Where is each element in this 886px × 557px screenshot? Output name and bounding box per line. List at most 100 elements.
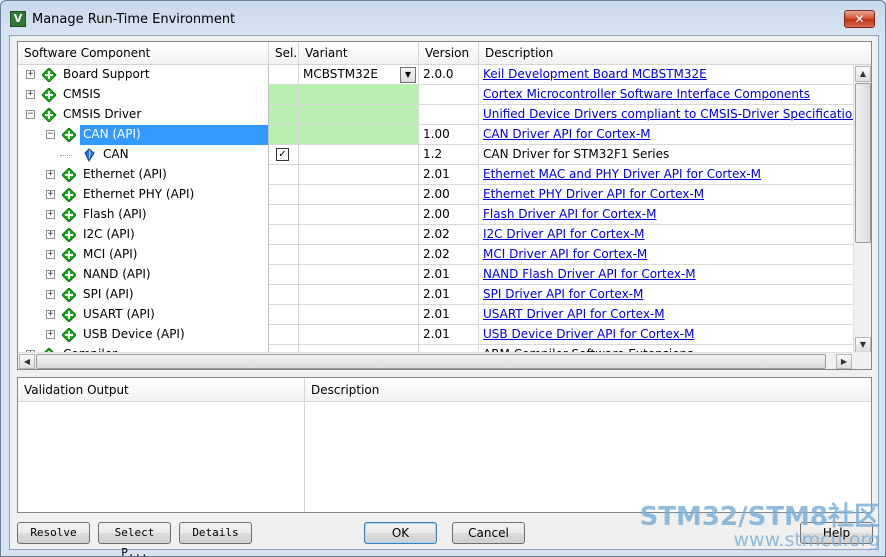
sel-cell[interactable]: ✓ — [269, 145, 299, 165]
expand-icon[interactable]: + — [46, 190, 55, 199]
table-row[interactable]: + CMSIS Cortex Microcontroller Software In… — [18, 85, 853, 105]
expand-icon[interactable]: + — [46, 170, 55, 179]
component-cell[interactable]: + Ethernet (API) — [18, 165, 269, 185]
sel-cell[interactable] — [269, 65, 299, 85]
table-row[interactable]: + Board Support MCBSTM32E ▼ 2.0.0 Keil Develo… — [18, 65, 853, 85]
scroll-left-icon[interactable]: ◀ — [19, 354, 35, 369]
component-cell[interactable]: + CMSIS — [18, 85, 269, 105]
description-link[interactable]: CAN Driver API for Cortex-M — [483, 127, 651, 141]
description-link[interactable]: USART Driver API for Cortex-M — [483, 307, 665, 321]
collapse-icon[interactable]: − — [26, 110, 35, 119]
column-header-component[interactable]: Software Component — [18, 42, 269, 64]
description-link[interactable]: Ethernet MAC and PHY Driver API for Cort… — [483, 167, 761, 181]
expand-icon[interactable]: + — [46, 230, 55, 239]
table-row[interactable]: + USART (API) 2.01 USART Driver API for Cor… — [18, 305, 853, 325]
sel-cell[interactable] — [269, 325, 299, 345]
collapse-icon[interactable]: − — [46, 130, 55, 139]
description-cell[interactable]: Cortex Microcontroller Software Interfac… — [479, 85, 853, 105]
select-checkbox[interactable]: ✓ — [276, 148, 289, 161]
component-cell[interactable]: CAN — [18, 145, 269, 165]
table-row[interactable]: + I2C (API) 2.02 I2C Driver API for Cortex-… — [18, 225, 853, 245]
component-cell[interactable]: + I2C (API) — [18, 225, 269, 245]
description-cell[interactable]: NAND Flash Driver API for Cortex-M — [479, 265, 853, 285]
description-link[interactable]: Flash Driver API for Cortex-M — [483, 207, 656, 221]
sel-cell[interactable] — [269, 125, 299, 145]
description-link[interactable]: NAND Flash Driver API for Cortex-M — [483, 267, 696, 281]
description-cell[interactable]: USART Driver API for Cortex-M — [479, 305, 853, 325]
column-header-sel[interactable]: Sel. — [269, 42, 299, 64]
sel-cell[interactable] — [269, 285, 299, 305]
sel-cell[interactable] — [269, 225, 299, 245]
component-cell[interactable]: + NAND (API) — [18, 265, 269, 285]
sel-cell[interactable] — [269, 205, 299, 225]
description-cell[interactable]: MCI Driver API for Cortex-M — [479, 245, 853, 265]
description-link[interactable]: Cortex Microcontroller Software Interfac… — [483, 87, 810, 101]
variant-cell[interactable]: MCBSTM32E ▼ — [299, 65, 419, 85]
scroll-right-icon[interactable]: ▶ — [836, 354, 852, 369]
expand-icon[interactable]: + — [46, 290, 55, 299]
expand-icon[interactable]: + — [46, 210, 55, 219]
description-link[interactable]: I2C Driver API for Cortex-M — [483, 227, 645, 241]
validation-output-header[interactable]: Validation Output — [18, 378, 304, 402]
scroll-down-icon[interactable]: ▼ — [855, 337, 871, 353]
table-row[interactable]: + SPI (API) 2.01 SPI Driver API for Cortex-… — [18, 285, 853, 305]
table-row[interactable]: + Flash (API) 2.00 Flash Driver API for Cor… — [18, 205, 853, 225]
component-cell[interactable]: + USB Device (API) — [18, 325, 269, 345]
horizontal-scroll-thumb[interactable] — [36, 354, 826, 369]
description-cell[interactable]: Ethernet MAC and PHY Driver API for Cort… — [479, 165, 853, 185]
ok-button[interactable]: OK — [364, 522, 437, 544]
description-cell[interactable]: Unified Device Drivers compliant to CMSI… — [479, 105, 853, 125]
expand-icon[interactable]: + — [46, 250, 55, 259]
table-row[interactable]: + MCI (API) 2.02 MCI Driver API for Cortex-… — [18, 245, 853, 265]
horizontal-scrollbar[interactable]: ◀ ▶ — [18, 352, 853, 369]
expand-icon[interactable]: + — [46, 310, 55, 319]
column-header-description[interactable]: Description — [479, 42, 871, 64]
component-cell[interactable]: + USART (API) — [18, 305, 269, 325]
component-cell[interactable]: + SPI (API) — [18, 285, 269, 305]
table-row[interactable]: − CMSIS Driver Unified Device Drivers comp… — [18, 105, 853, 125]
table-row[interactable]: + USB Device (API) 2.01 USB Device Driver A… — [18, 325, 853, 345]
component-cell[interactable]: + Board Support — [18, 65, 269, 85]
column-header-variant[interactable]: Variant — [299, 42, 419, 64]
description-cell[interactable]: Keil Development Board MCBSTM32E — [479, 65, 853, 85]
scroll-up-icon[interactable]: ▲ — [855, 66, 871, 82]
description-cell[interactable]: Flash Driver API for Cortex-M — [479, 205, 853, 225]
cancel-button[interactable]: Cancel — [452, 522, 525, 544]
component-cell[interactable]: + Ethernet PHY (API) — [18, 185, 269, 205]
table-row[interactable]: + Ethernet (API) 2.01 Ethernet MAC and PHY … — [18, 165, 853, 185]
sel-cell[interactable] — [269, 165, 299, 185]
sel-cell[interactable] — [269, 105, 299, 125]
validation-description-header[interactable]: Description — [305, 378, 865, 402]
description-cell[interactable]: USB Device Driver API for Cortex-M — [479, 325, 853, 345]
column-header-version[interactable]: Version — [419, 42, 479, 64]
sel-cell[interactable] — [269, 85, 299, 105]
select-packs-button[interactable]: Select P... — [98, 522, 171, 556]
sel-cell[interactable] — [269, 265, 299, 285]
sel-cell[interactable] — [269, 185, 299, 205]
component-cell[interactable]: − CAN (API) — [18, 125, 269, 145]
resolve-button[interactable]: Resolve — [17, 522, 90, 544]
description-cell[interactable]: SPI Driver API for Cortex-M — [479, 285, 853, 305]
component-cell[interactable]: + MCI (API) — [18, 245, 269, 265]
component-cell[interactable]: + Flash (API) — [18, 205, 269, 225]
description-link[interactable]: SPI Driver API for Cortex-M — [483, 287, 643, 301]
chevron-down-icon[interactable]: ▼ — [400, 67, 416, 83]
expand-icon[interactable]: + — [26, 70, 35, 79]
vertical-scrollbar[interactable]: ▲ ▼ — [853, 65, 871, 354]
description-link[interactable]: MCI Driver API for Cortex-M — [483, 247, 647, 261]
description-link[interactable]: USB Device Driver API for Cortex-M — [483, 327, 694, 341]
expand-icon[interactable]: + — [26, 90, 35, 99]
description-link[interactable]: Unified Device Drivers compliant to CMSI… — [483, 107, 853, 121]
sel-cell[interactable] — [269, 305, 299, 325]
table-row[interactable]: + NAND (API) 2.01 NAND Flash Driver API for… — [18, 265, 853, 285]
close-button[interactable]: ✕ — [844, 10, 875, 28]
table-row[interactable]: + Ethernet PHY (API) 2.00 Ethernet PHY Driv… — [18, 185, 853, 205]
table-row[interactable]: CAN ✓ 1.2 CAN Driver for STM32F1 Series — [18, 145, 853, 165]
vertical-scroll-thumb[interactable] — [855, 83, 871, 243]
description-link[interactable]: Keil Development Board MCBSTM32E — [483, 67, 707, 81]
title-bar[interactable]: V Manage Run-Time Environment ✕ — [1, 1, 885, 35]
description-cell[interactable]: I2C Driver API for Cortex-M — [479, 225, 853, 245]
details-button[interactable]: Details — [179, 522, 252, 544]
table-row[interactable]: − CAN (API) 1.00 CAN Driver API for Cortex-… — [18, 125, 853, 145]
description-cell[interactable]: Ethernet PHY Driver API for Cortex-M — [479, 185, 853, 205]
